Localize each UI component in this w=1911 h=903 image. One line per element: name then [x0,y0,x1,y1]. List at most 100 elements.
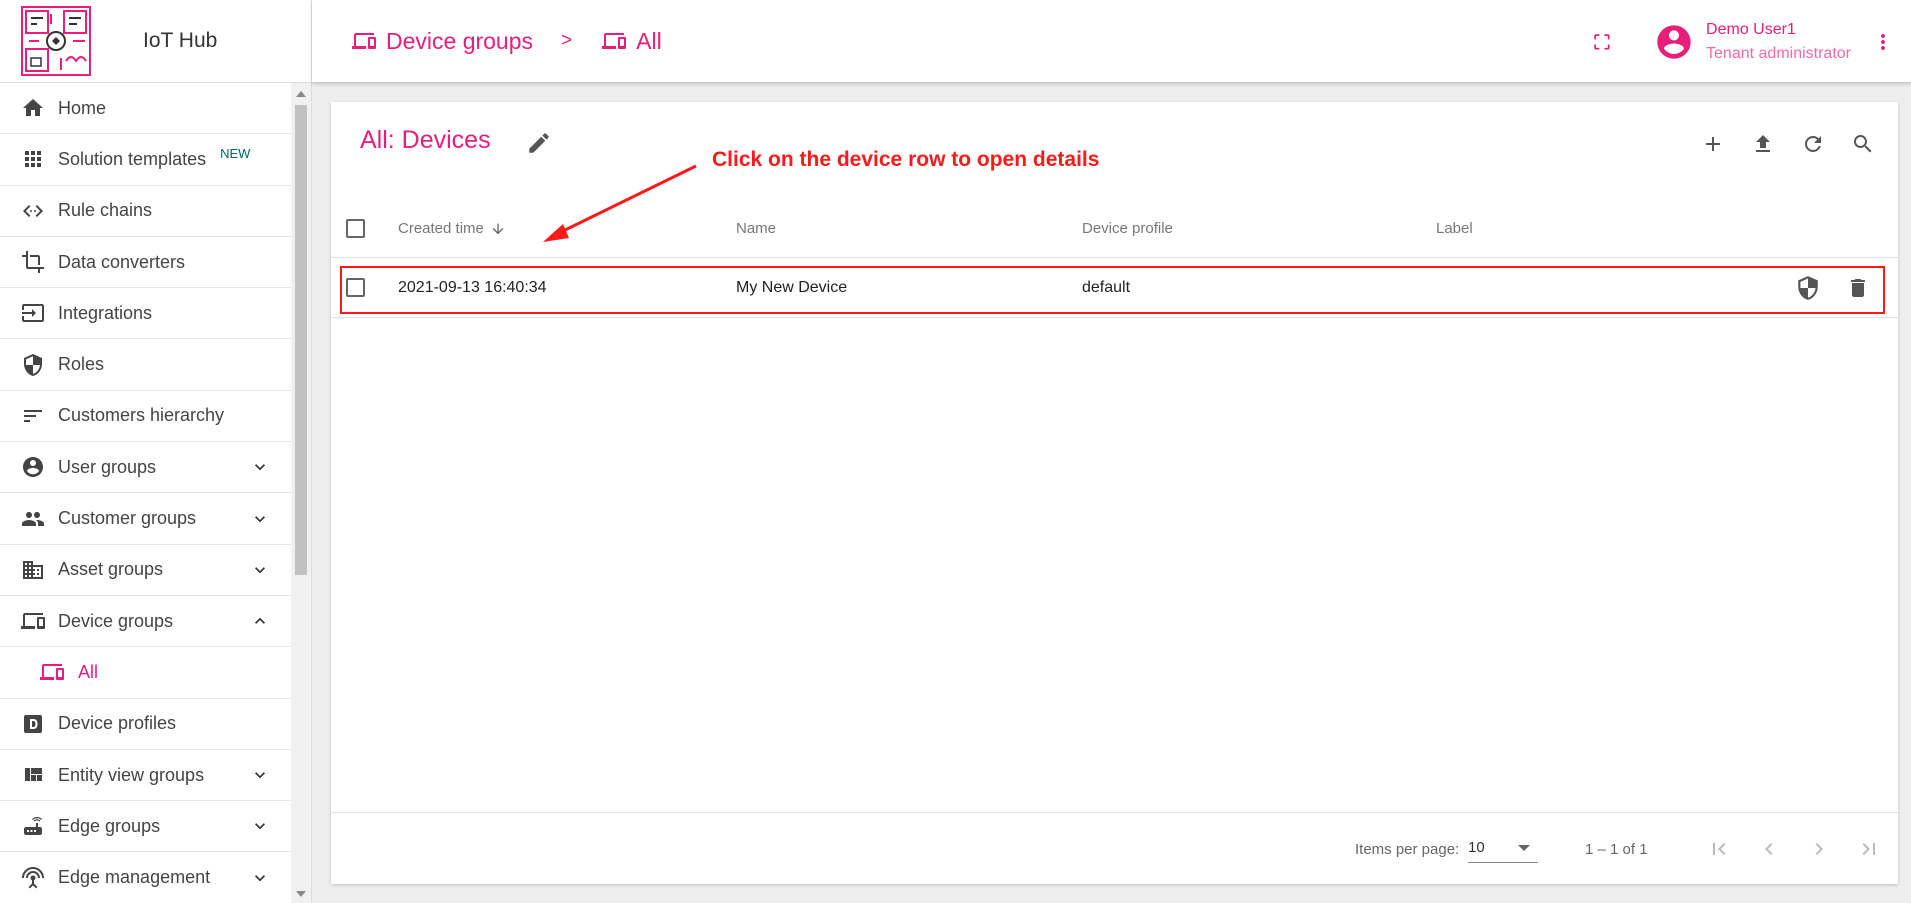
user-info[interactable]: Demo User1 Tenant administrator [1706,18,1851,66]
items-per-page-label: Items per page: [1355,840,1460,858]
sidebar-item-solution-templates[interactable]: Solution templates NEW [0,134,292,186]
card-title: All: Devices [360,126,491,154]
devices-icon [40,659,66,685]
items-per-page-select[interactable]: 10 [1468,833,1538,863]
sidebar-scrollbar[interactable] [291,83,311,903]
column-header-label[interactable]: Label [1436,200,1473,257]
dropdown-arrow-icon [1518,845,1530,851]
chevron-up-icon[interactable] [250,611,270,631]
sidebar-item-home[interactable]: Home [0,83,292,135]
paginator: Items per page: 10 1 – 1 of 1 [331,812,1898,884]
chevron-down-icon[interactable] [250,765,270,785]
account-circle-icon [20,454,46,480]
select-all-checkbox[interactable] [346,219,365,238]
edit-icon[interactable] [526,130,552,156]
fullscreen-icon[interactable] [1590,30,1614,54]
sidebar-item-label: Device groups [58,610,174,631]
sidebar-item-edge-management[interactable]: Edge management [0,852,292,903]
column-header-label: Name [736,220,777,237]
sidebar-item-device-profiles[interactable]: Device profiles [0,699,292,750]
user-role: Tenant administrator [1706,44,1851,62]
table-header: Created time Name Device profile Label [331,200,1898,258]
devices-card: All: Devices Click on the device row to … [331,102,1898,884]
avatar[interactable] [1654,22,1694,62]
new-badge: NEW [220,145,251,161]
code-icon [20,198,46,224]
device-profile-icon [20,711,46,737]
top-header: Device groups > All Demo User1 Tenant ad… [312,0,1911,83]
sidebar-item-all[interactable]: All [0,647,292,699]
people-icon [20,506,46,532]
sidebar-item-entity-view-groups[interactable]: Entity view groups [0,750,292,802]
sidebar-item-device-groups[interactable]: Device groups [0,596,292,648]
settings-input-antenna-icon [20,865,46,891]
sidebar-item-label: Rule chains [58,200,153,221]
column-header-device-profile[interactable]: Device profile [1082,200,1173,257]
sidebar-item-customers-hierarchy[interactable]: Customers hierarchy [0,391,292,443]
breadcrumb-label: All [636,27,662,54]
last-page-icon[interactable] [1844,829,1894,869]
breadcrumb-device-groups[interactable]: Device groups [350,28,533,55]
logo-icon[interactable] [21,6,91,76]
shield-icon [20,352,46,378]
sidebar-item-data-converters[interactable]: Data converters [0,237,292,289]
router-icon [20,813,46,839]
chevron-down-icon[interactable] [250,868,270,888]
sidebar-item-user-groups[interactable]: User groups [0,442,292,494]
sidebar-item-label: Asset groups [58,559,164,580]
sidebar-item-label: User groups [58,456,157,477]
column-header-label: Device profile [1082,220,1173,237]
next-page-icon[interactable] [1794,829,1844,869]
chevron-down-icon[interactable] [250,560,270,580]
sidebar-item-label: All [78,661,99,682]
annotation-text: Click on the device row to open details [712,148,1100,171]
scroll-up-icon[interactable] [296,91,306,97]
previous-page-icon[interactable] [1744,829,1794,869]
crop-icon [20,249,46,275]
sidebar-item-roles[interactable]: Roles [0,339,292,391]
chevron-down-icon[interactable] [250,816,270,836]
user-name: Demo User1 [1706,20,1796,38]
sidebar-item-edge-groups[interactable]: Edge groups [0,801,292,853]
chevron-down-icon[interactable] [250,509,270,529]
view-quilt-icon [20,762,46,788]
add-icon[interactable] [1688,124,1738,164]
sidebar-item-label: Solution templates [58,148,207,169]
first-page-icon[interactable] [1694,829,1744,869]
scroll-down-icon[interactable] [296,891,306,897]
domain-icon [20,557,46,583]
sidebar-item-label: Edge management [58,867,211,888]
refresh-icon[interactable] [1788,124,1838,164]
breadcrumb-label: Device groups [386,27,534,54]
column-header-created-time[interactable]: Created time [398,200,506,257]
column-header-name[interactable]: Name [736,200,776,257]
select-all-checkbox-cell [346,200,365,257]
items-per-page-value: 10 [1468,839,1485,856]
header-right: Demo User1 Tenant administrator [1590,0,1911,83]
breadcrumb-all[interactable]: All [600,28,662,55]
sidebar-item-customer-groups[interactable]: Customer groups [0,493,292,545]
chevron-down-icon[interactable] [250,457,270,477]
sidebar-item-asset-groups[interactable]: Asset groups [0,545,292,596]
devices-icon [350,29,380,53]
sidebar-item-label: Data converters [58,251,186,272]
upload-icon[interactable] [1738,124,1788,164]
brand: IoT Hub [0,0,311,83]
input-icon [20,300,46,326]
home-icon [20,95,46,121]
row-highlight-box [340,266,1885,314]
sidebar-item-integrations[interactable]: Integrations [0,288,292,340]
sidebar-item-label: Customers hierarchy [58,405,225,426]
devices-icon [20,608,46,634]
page-nav [1694,829,1894,869]
devices-icon [600,29,630,53]
sidebar-item-rule-chains[interactable]: Rule chains [0,186,292,237]
more-vert-icon[interactable] [1871,30,1895,54]
sidebar-item-label: Home [58,97,107,118]
sidebar-item-label: Entity view groups [58,764,205,785]
sidebar-item-label: Device profiles [58,713,177,734]
search-icon[interactable] [1838,124,1888,164]
arrow-down-icon [490,221,506,237]
sidebar-item-label: Customer groups [58,508,197,529]
scroll-thumb[interactable] [295,105,307,575]
